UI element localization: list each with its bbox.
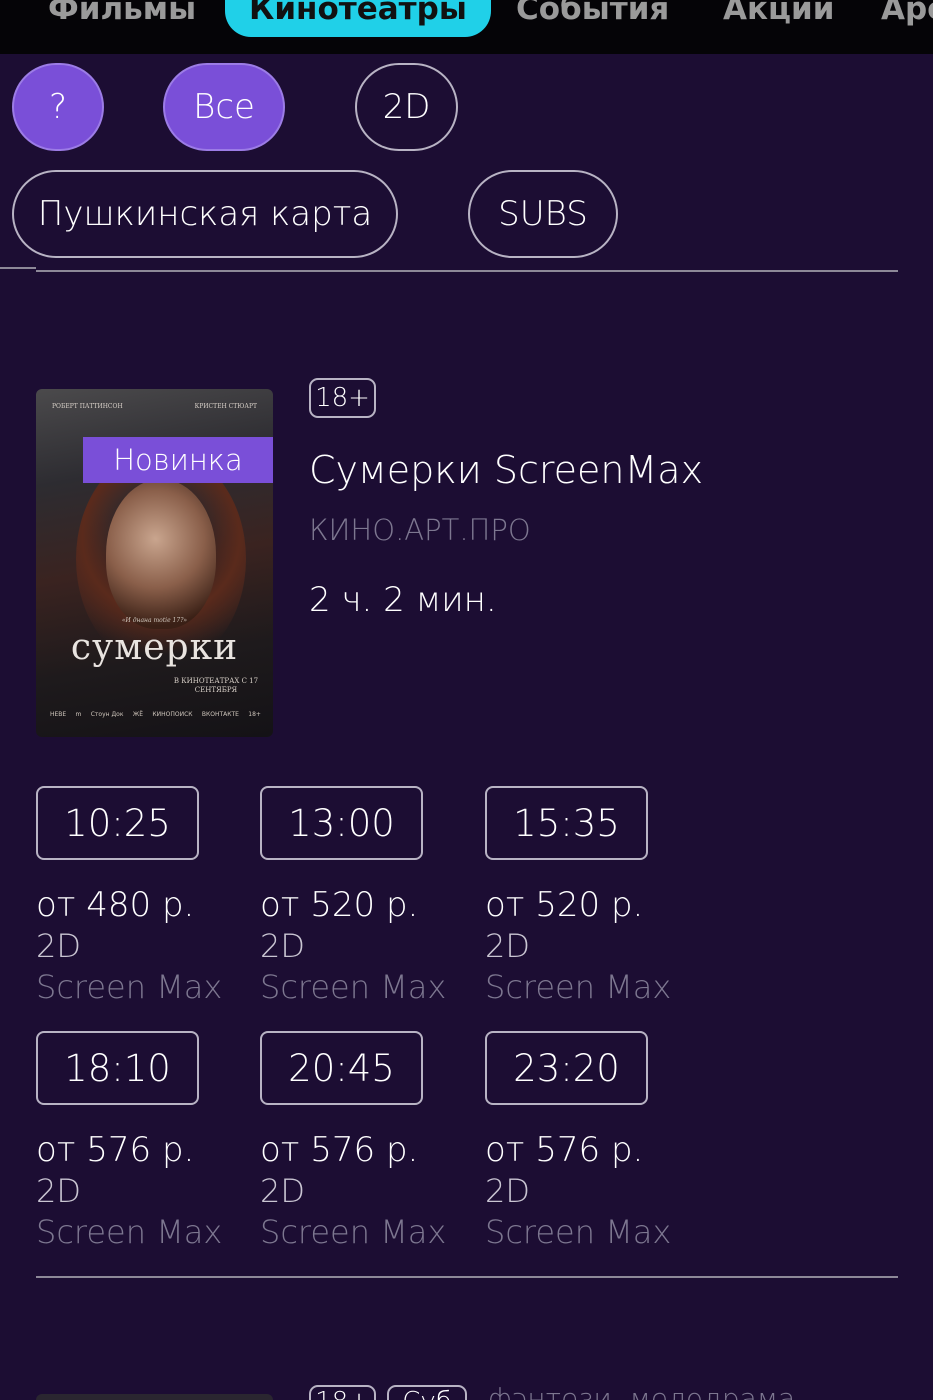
session-format: 2D	[36, 1172, 81, 1210]
poster-quote: «И днанa motie 17?»	[121, 617, 188, 624]
session-format: 2D	[36, 927, 81, 965]
next-age-rating-badge: 18+	[309, 1385, 376, 1400]
divider	[0, 267, 36, 269]
session-price: от 520 р.	[485, 885, 644, 925]
next-movie-poster[interactable]	[36, 1394, 273, 1400]
session-price: от 576 р.	[485, 1130, 644, 1170]
session-item: 15:35 от 520 р. 2D Screen Max	[485, 786, 685, 1008]
filter-all-chip[interactable]: Все	[163, 63, 285, 151]
age-rating-badge: 18+	[309, 378, 376, 418]
filter-subs-chip[interactable]: SUBS	[468, 170, 618, 258]
session-price: от 576 р.	[260, 1130, 419, 1170]
session-format: 2D	[260, 1172, 305, 1210]
next-movie-genres: фэнтези, мелодрама	[488, 1382, 796, 1400]
session-time-button[interactable]: 23:20	[485, 1031, 648, 1105]
tab-films[interactable]: Фильмы	[48, 0, 196, 37]
divider	[36, 1276, 898, 1278]
tab-cinemas[interactable]: Кинотеатры	[225, 0, 491, 37]
filter-2d-chip[interactable]: 2D	[355, 63, 458, 151]
poster-art	[106, 479, 216, 629]
session-item: 10:25 от 480 р. 2D Screen Max	[36, 786, 236, 1008]
session-hall: Screen Max	[36, 968, 223, 1006]
cinema-name[interactable]: КИНО.АРТ.ПРО	[309, 513, 531, 547]
movie-title[interactable]: Сумерки ScreenMax	[309, 448, 703, 492]
session-item: 13:00 от 520 р. 2D Screen Max	[260, 786, 460, 1008]
session-format: 2D	[485, 927, 530, 965]
session-price: от 576 р.	[36, 1130, 195, 1170]
session-hall: Screen Max	[260, 1213, 447, 1251]
filter-pushkin-card-chip[interactable]: Пушкинская карта	[12, 170, 398, 258]
session-price: от 520 р.	[260, 885, 419, 925]
poster-release: В КИНОТЕАТРАХ С 17 СЕНТЯБРЯ	[173, 677, 259, 694]
session-time-button[interactable]: 10:25	[36, 786, 199, 860]
poster-credits: РОБЕРТ ПАТТИНСОН КРИСТЕН СТЮАРТ	[52, 403, 257, 410]
session-time-button[interactable]: 15:35	[485, 786, 648, 860]
tab-events[interactable]: События	[516, 0, 669, 37]
divider	[36, 270, 898, 272]
tab-promotions[interactable]: Акции	[723, 0, 834, 37]
top-nav: Фильмы Кинотеатры События Акции Арс	[0, 0, 933, 54]
session-price: от 480 р.	[36, 885, 195, 925]
session-time-button[interactable]: 13:00	[260, 786, 423, 860]
session-format: 2D	[485, 1172, 530, 1210]
session-hall: Screen Max	[485, 1213, 672, 1251]
session-item: 23:20 от 576 р. 2D Screen Max	[485, 1031, 685, 1253]
session-hall: Screen Max	[36, 1213, 223, 1251]
poster-title: сумерки	[70, 627, 239, 668]
next-subtitles-badge: Суб	[387, 1385, 467, 1400]
movie-duration: 2 ч. 2 мин.	[309, 580, 497, 620]
session-hall: Screen Max	[260, 968, 447, 1006]
session-item: 20:45 от 576 р. 2D Screen Max	[260, 1031, 460, 1253]
session-time-button[interactable]: 18:10	[36, 1031, 199, 1105]
session-format: 2D	[260, 927, 305, 965]
next-movie-card[interactable]: 18+ Суб фэнтези, мелодрама	[0, 1382, 933, 1400]
session-hall: Screen Max	[485, 968, 672, 1006]
session-item: 18:10 от 576 р. 2D Screen Max	[36, 1031, 236, 1253]
session-time-button[interactable]: 20:45	[260, 1031, 423, 1105]
poster-logos: НЕВЕ m Стоун Док ЖЁ КИНОПОИСК ВКОНТАКТЕ …	[50, 711, 261, 718]
help-chip[interactable]: ?	[12, 63, 104, 151]
tab-more[interactable]: Арс	[881, 0, 933, 37]
new-release-badge: Новинка	[83, 437, 273, 483]
